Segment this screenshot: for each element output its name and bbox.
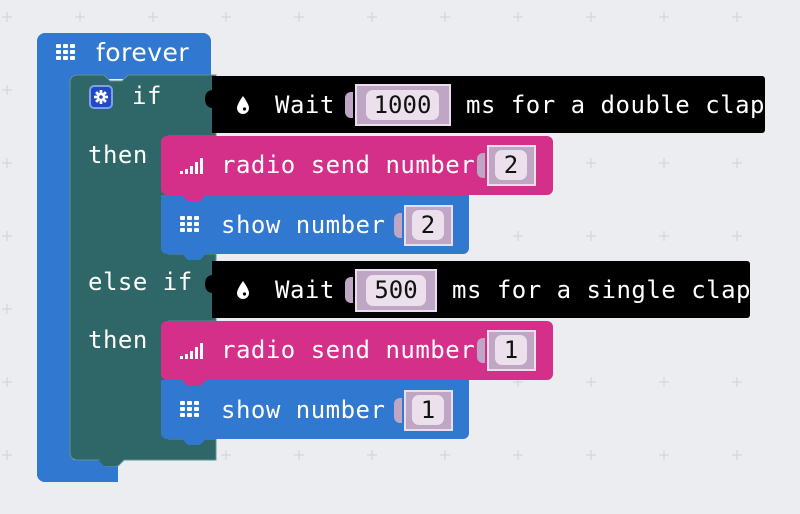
grid-cross bbox=[75, 231, 85, 241]
grid-cross bbox=[294, 12, 304, 22]
grid-cross bbox=[294, 450, 304, 460]
grid-cross bbox=[75, 377, 85, 387]
grid-cross bbox=[659, 12, 669, 22]
grid-cross bbox=[732, 158, 742, 168]
slot-notch bbox=[477, 338, 485, 363]
grid-cross bbox=[586, 450, 596, 460]
wait-ms-input[interactable]: 1000 bbox=[366, 90, 439, 120]
grid-cross bbox=[659, 377, 669, 387]
gear-icon[interactable] bbox=[89, 85, 113, 109]
grid-cross bbox=[367, 12, 377, 22]
grid-cross bbox=[586, 158, 596, 168]
grid-cross bbox=[586, 377, 596, 387]
forever-label: forever bbox=[96, 38, 190, 67]
grid-cross bbox=[732, 12, 742, 22]
led-grid-icon bbox=[56, 44, 76, 61]
grid-cross bbox=[659, 231, 669, 241]
gear-glyph bbox=[94, 90, 108, 104]
led-grid-icon bbox=[180, 216, 200, 233]
grid-cross bbox=[148, 450, 158, 460]
grid-cross bbox=[2, 12, 12, 22]
grid-cross bbox=[586, 231, 596, 241]
grid-cross bbox=[148, 158, 158, 168]
slot-notch bbox=[394, 213, 402, 238]
if-label: if bbox=[132, 82, 162, 110]
led-grid-icon bbox=[180, 401, 200, 418]
then-label: then bbox=[88, 141, 148, 169]
grid-cross bbox=[586, 12, 596, 22]
slot-notch bbox=[394, 398, 402, 423]
puzzle-tab bbox=[205, 269, 218, 299]
show-label: show number bbox=[221, 211, 386, 239]
grid-cross bbox=[659, 158, 669, 168]
grid-cross bbox=[221, 450, 231, 460]
grid-cross bbox=[2, 85, 12, 95]
grid-cross bbox=[75, 85, 85, 95]
show-label: show number bbox=[221, 396, 386, 424]
droplet-icon bbox=[237, 281, 249, 299]
radio-label: radio send number bbox=[221, 151, 476, 179]
grid-cross bbox=[513, 231, 523, 241]
forever-bottom-arm bbox=[37, 460, 118, 482]
wait-label: Wait bbox=[275, 276, 335, 304]
forever-left-arm bbox=[37, 70, 73, 482]
wait-ms-input[interactable]: 500 bbox=[366, 275, 426, 306]
slot-notch bbox=[477, 153, 485, 178]
grid-cross bbox=[440, 450, 450, 460]
radio-number-input[interactable]: 2 bbox=[495, 150, 527, 180]
show-number-input[interactable]: 1 bbox=[412, 395, 444, 425]
radio-label: radio send number bbox=[221, 336, 476, 364]
grid-cross bbox=[513, 450, 523, 460]
radio-number-input[interactable]: 1 bbox=[495, 335, 527, 365]
grid-cross bbox=[148, 12, 158, 22]
signal-bars-icon bbox=[180, 343, 203, 359]
grid-cross bbox=[513, 12, 523, 22]
signal-bars-icon bbox=[180, 158, 203, 174]
grid-cross bbox=[2, 158, 12, 168]
grid-cross bbox=[2, 231, 12, 241]
slot-notch bbox=[345, 277, 353, 303]
grid-cross bbox=[2, 304, 12, 314]
grid-cross bbox=[148, 304, 158, 314]
grid-cross bbox=[148, 377, 158, 387]
grid-cross bbox=[75, 450, 85, 460]
grid-cross bbox=[732, 450, 742, 460]
grid-cross bbox=[75, 158, 85, 168]
grid-cross bbox=[367, 450, 377, 460]
grid-cross bbox=[2, 377, 12, 387]
grid-cross bbox=[732, 377, 742, 387]
grid-cross bbox=[659, 450, 669, 460]
grid-cross bbox=[75, 12, 85, 22]
show-number-input[interactable]: 2 bbox=[412, 210, 444, 240]
grid-cross bbox=[732, 231, 742, 241]
grid-cross bbox=[148, 231, 158, 241]
puzzle-tab bbox=[205, 84, 218, 114]
wait-suffix-label: ms for a double clap bbox=[466, 91, 765, 119]
grid-cross bbox=[2, 450, 12, 460]
wait-suffix-label: ms for a single clap bbox=[452, 276, 751, 304]
else-if-label: else if bbox=[88, 268, 193, 296]
grid-cross bbox=[75, 304, 85, 314]
grid-cross bbox=[221, 12, 231, 22]
grid-cross bbox=[440, 12, 450, 22]
slot-notch bbox=[345, 92, 353, 118]
wait-label: Wait bbox=[275, 91, 335, 119]
then-label-2: then bbox=[88, 326, 148, 354]
droplet-icon bbox=[237, 96, 249, 114]
